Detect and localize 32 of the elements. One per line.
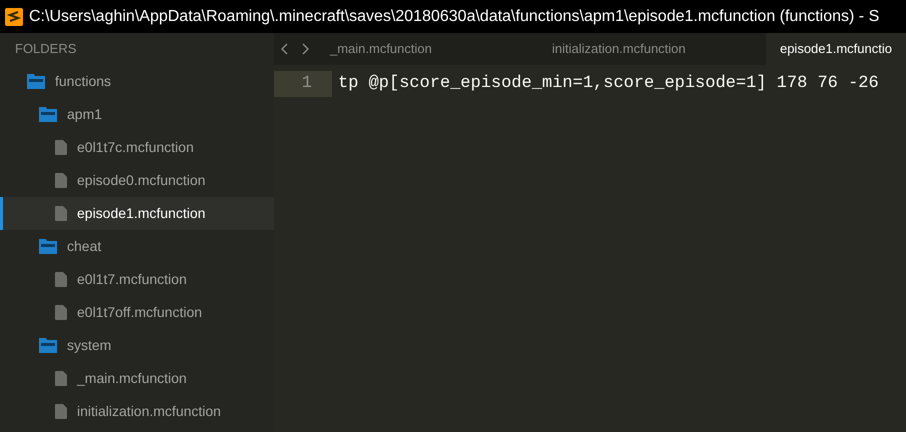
file-icon <box>55 272 67 287</box>
folder-row[interactable]: system <box>0 329 274 362</box>
folder-icon <box>39 239 57 254</box>
file-icon <box>55 404 67 419</box>
editor-tab[interactable]: _main.mcfunction <box>322 33 544 65</box>
file-icon <box>55 371 67 386</box>
forward-icon[interactable] <box>300 42 310 56</box>
sidebar-header: FOLDERS <box>15 40 76 58</box>
window-title: C:\Users\aghin\AppData\Roaming\.minecraft\saves\20180630a\data\functions\apm1\episode1.mcfunction (functions) - S <box>29 6 880 26</box>
folder-icon <box>39 338 57 353</box>
file-icon <box>55 305 67 320</box>
line-number: 1 <box>274 71 332 97</box>
folder-icon <box>39 107 57 122</box>
code-line: tp @p[score_episode_min=1,score_episode=1] 178 76 -26 <box>337 73 879 96</box>
editor-tab[interactable]: initialization.mcfunction <box>544 33 766 65</box>
file-row[interactable]: initialization.mcfunction <box>0 395 274 428</box>
file-row[interactable]: episode1.mcfunction <box>0 197 274 230</box>
file-icon <box>55 140 67 155</box>
folder-row[interactable]: functions <box>0 65 274 98</box>
file-row[interactable]: e0l1t7.mcfunction <box>0 263 274 296</box>
file-icon <box>55 173 67 188</box>
file-icon <box>55 206 67 221</box>
file-row[interactable]: episode0.mcfunction <box>0 164 274 197</box>
app-logo-icon <box>5 8 23 26</box>
editor-tab[interactable]: episode1.mcfunctio <box>766 33 906 65</box>
file-row[interactable]: e0l1t7off.mcfunction <box>0 296 274 329</box>
back-icon[interactable] <box>280 42 290 56</box>
file-row[interactable]: e0l1t7c.mcfunction <box>0 131 274 164</box>
folder-row[interactable]: apm1 <box>0 98 274 131</box>
file-row[interactable]: _main.mcfunction <box>0 362 274 395</box>
folder-icon <box>27 74 45 89</box>
folder-row[interactable]: cheat <box>0 230 274 263</box>
